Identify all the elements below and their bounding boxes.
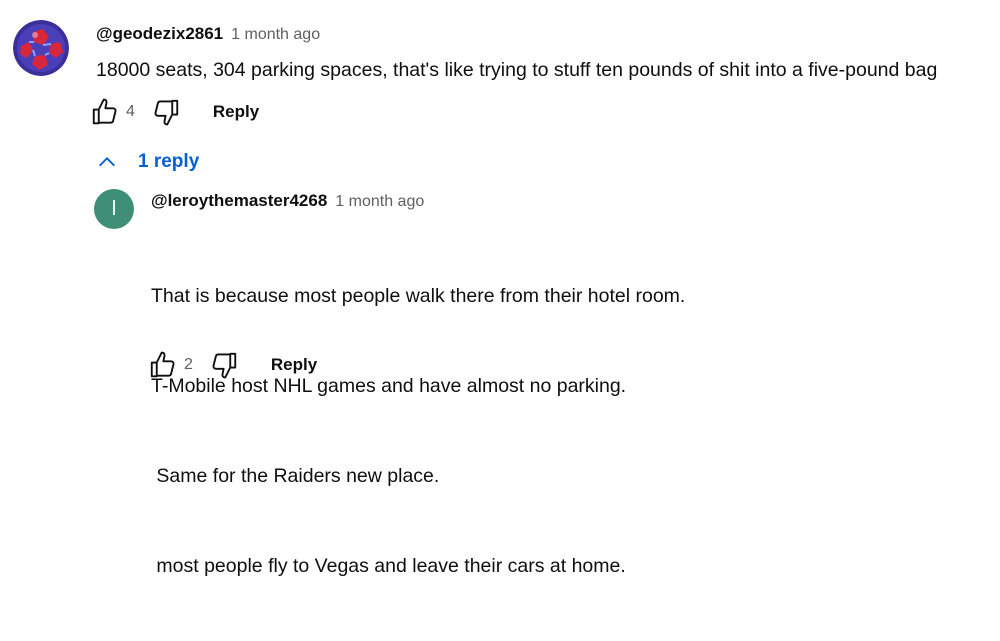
reply-text-line: most people fly to Vegas and leave their… (151, 555, 626, 577)
reply-avatar-letter: l (111, 197, 117, 220)
thumbs-up-icon (92, 98, 117, 125)
like-count: 4 (126, 103, 135, 120)
reply-comment: l @leroythemaster4268 1 month ago That i… (0, 180, 1000, 577)
comment-header: @geodezix2861 1 month ago (96, 24, 320, 44)
soccer-ball-avatar-icon (13, 20, 69, 76)
reply-header: @leroythemaster4268 1 month ago (151, 191, 424, 211)
replies-count-label: 1 reply (138, 151, 200, 172)
like-button[interactable] (88, 95, 122, 129)
thumbs-down-icon (154, 99, 179, 126)
commenter-avatar[interactable] (13, 20, 69, 76)
reply-text-line: That is because most people walk there f… (151, 285, 686, 307)
reply-action-bar: 2 Reply (146, 345, 317, 385)
reply-text: That is because most people walk there f… (151, 221, 685, 641)
reply-dislike-button[interactable] (207, 348, 241, 382)
comment-text: 18000 seats, 304 parking spaces, that's … (96, 59, 938, 81)
comment-author[interactable]: @geodezix2861 (96, 24, 223, 44)
reply-avatar[interactable]: l (94, 189, 134, 229)
comment-action-bar: 4 Reply (88, 92, 259, 132)
reply-reply-button[interactable]: Reply (271, 355, 317, 375)
reply-timestamp[interactable]: 1 month ago (335, 193, 424, 211)
reply-like-count: 2 (184, 356, 193, 373)
dislike-button[interactable] (149, 95, 183, 129)
reply-author[interactable]: @leroythemaster4268 (151, 191, 327, 211)
reply-text-line: Same for the Raiders new place. (151, 465, 440, 487)
thumbs-up-icon (150, 351, 175, 378)
thumbs-down-icon (212, 352, 237, 379)
reply-like-button[interactable] (146, 348, 180, 382)
comment-thread: @geodezix2861 1 month ago 18000 seats, 3… (0, 0, 1000, 140)
comment-timestamp[interactable]: 1 month ago (231, 26, 320, 44)
replies-toggle[interactable]: 1 reply (96, 146, 199, 178)
reply-button[interactable]: Reply (213, 102, 259, 122)
chevron-up-icon (99, 157, 115, 167)
